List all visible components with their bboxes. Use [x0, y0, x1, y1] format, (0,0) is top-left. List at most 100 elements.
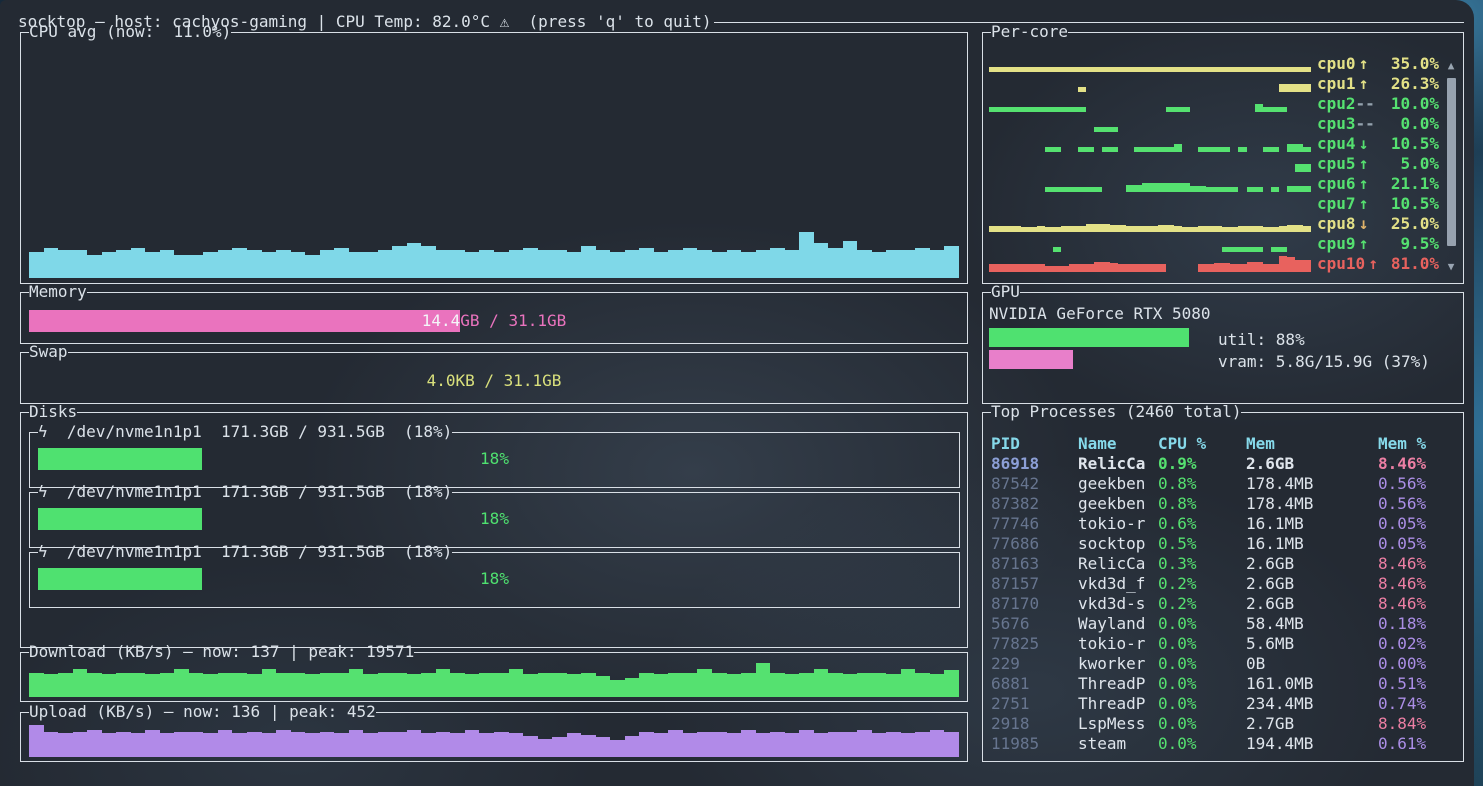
- spark-bar: [1295, 67, 1303, 72]
- disk-usage: 171.3GB / 931.5GB (18%): [221, 542, 452, 562]
- spark-bar: [29, 725, 44, 757]
- process-row[interactable]: 87382geekben0.8%178.4MB0.56%: [983, 494, 1463, 514]
- spark-bar: [1078, 264, 1086, 273]
- spark-bar: [567, 252, 582, 278]
- spark-bar: [1158, 264, 1166, 272]
- spark-bar: [1206, 264, 1214, 273]
- spark-bar: [1053, 67, 1061, 72]
- spark-bar: [262, 252, 277, 278]
- spark-bar: [1134, 226, 1142, 232]
- process-row[interactable]: 87170vkd3d-s0.2%2.6GB8.46%: [983, 594, 1463, 614]
- process-name: tokio-r: [1078, 634, 1158, 654]
- scrollbar-down-icon[interactable]: ▼: [1448, 257, 1455, 277]
- process-pid: 2751: [991, 694, 1078, 714]
- core-trend-icon: ↑: [1356, 74, 1372, 94]
- spark-bar: [1222, 147, 1230, 152]
- spark-bar: [1013, 67, 1021, 72]
- spark-bar: [1166, 107, 1174, 112]
- process-row[interactable]: 229kworker0.0%0B0.00%: [983, 654, 1463, 674]
- core-trend-icon: ↑: [1356, 154, 1372, 174]
- spark-bar: [1069, 67, 1077, 72]
- core-label: cpu0↑35.0%: [1317, 54, 1439, 74]
- process-row[interactable]: 77686socktop0.5%16.1MB0.05%: [983, 534, 1463, 554]
- process-row[interactable]: 6881ThreadP0.0%161.0MB0.51%: [983, 674, 1463, 694]
- spark-bar: [1238, 147, 1246, 152]
- spark-bar: [741, 252, 756, 278]
- core-spark: [989, 215, 1311, 232]
- spark-bar: [73, 732, 88, 757]
- spark-bar: [843, 241, 858, 278]
- per-core-title: Per-core: [991, 22, 1068, 42]
- spark-bar: [1255, 187, 1263, 192]
- lightning-icon: ϟ: [38, 542, 48, 562]
- spark-bar: [1134, 185, 1142, 192]
- spark-bar: [494, 252, 509, 278]
- spark-bar: [1158, 225, 1166, 232]
- spark-bar: [523, 248, 538, 278]
- gpu-vram-bar: [989, 350, 1073, 369]
- spark-bar: [1263, 147, 1271, 152]
- process-pid: 6881: [991, 674, 1078, 694]
- cpu-avg-title: CPU avg (now: 11.0%): [29, 22, 231, 42]
- spark-bar: [901, 669, 916, 698]
- spark-bar: [305, 674, 320, 697]
- upload-chart: [29, 719, 959, 757]
- spark-bar: [1287, 144, 1295, 153]
- panel-upload: Upload (KB/s) — now: 136 | peak: 452: [20, 712, 968, 762]
- spark-bar: [843, 732, 858, 757]
- per-core-scrollbar[interactable]: ▲ ▼: [1445, 56, 1457, 277]
- disk-device: [48, 422, 67, 442]
- spark-bar: [1005, 67, 1013, 72]
- spark-bar: [901, 733, 916, 757]
- spark-bar: [1174, 144, 1182, 152]
- process-row[interactable]: 87163RelicCa0.3%2.6GB8.46%: [983, 554, 1463, 574]
- process-row[interactable]: 77825tokio-r0.0%5.6MB0.02%: [983, 634, 1463, 654]
- memory-title: Memory: [29, 282, 87, 302]
- spark-bar: [997, 264, 1005, 273]
- process-row[interactable]: 2751ThreadP0.0%234.4MB0.74%: [983, 694, 1463, 714]
- process-mem-pct: 8.46%: [1378, 574, 1455, 594]
- spark-bar: [1247, 262, 1255, 272]
- process-row[interactable]: 5676Wayland0.0%58.4MB0.18%: [983, 614, 1463, 634]
- process-mem: 0B: [1246, 654, 1378, 674]
- scrollbar-thumb[interactable]: [1447, 78, 1456, 246]
- spark-bar: [1222, 263, 1230, 272]
- process-row[interactable]: 11985steam0.0%194.4MB0.61%: [983, 734, 1463, 754]
- gpu-device-name: NVIDIA GeForce RTX 5080: [989, 304, 1211, 324]
- spark-bar: [509, 669, 524, 698]
- spark-bar: [944, 732, 959, 757]
- process-row[interactable]: 87157vkd3d_f0.2%2.6GB8.46%: [983, 574, 1463, 594]
- col-memp: Mem %: [1378, 434, 1455, 454]
- process-row[interactable]: 87542geekben0.8%178.4MB0.56%: [983, 474, 1463, 494]
- spark-bar: [610, 680, 625, 697]
- spark-bar: [465, 252, 480, 278]
- core-value: 26.3%: [1372, 74, 1439, 94]
- spark-bar: [1078, 67, 1086, 72]
- spark-bar: [1279, 226, 1287, 232]
- spark-bar: [1094, 187, 1102, 192]
- spark-bar: [1222, 247, 1230, 252]
- spark-bar: [1271, 227, 1279, 232]
- spark-bar: [320, 673, 335, 697]
- core-trend-icon: ↑: [1356, 174, 1372, 194]
- process-row[interactable]: 86918RelicCa0.9%2.6GB8.46%: [983, 454, 1463, 474]
- disk-entry: ϟ /dev/nvme1n1p1 171.3GB / 931.5GB (18%)…: [29, 432, 960, 488]
- spark-bar: [712, 732, 727, 757]
- spark-bar: [886, 250, 901, 278]
- spark-bar: [189, 255, 204, 278]
- process-row[interactable]: 77746tokio-r0.6%16.1MB0.05%: [983, 514, 1463, 534]
- spark-bar: [44, 674, 59, 697]
- core-value: 5.0%: [1372, 154, 1439, 174]
- core-value: 10.5%: [1372, 194, 1439, 214]
- spark-bar: [1053, 266, 1061, 272]
- spark-bar: [1271, 264, 1279, 273]
- col-cpu: CPU %: [1158, 434, 1246, 454]
- disk-usage: 171.3GB / 931.5GB (18%): [221, 482, 452, 502]
- process-mem-pct: 0.56%: [1378, 474, 1455, 494]
- process-row[interactable]: 2918LspMess0.0%2.7GB8.84%: [983, 714, 1463, 734]
- spark-bar: [1086, 264, 1094, 273]
- process-mem: 161.0MB: [1246, 674, 1378, 694]
- core-name: cpu7: [1317, 194, 1356, 214]
- spark-bar: [989, 107, 997, 112]
- scrollbar-up-icon[interactable]: ▲: [1448, 56, 1455, 76]
